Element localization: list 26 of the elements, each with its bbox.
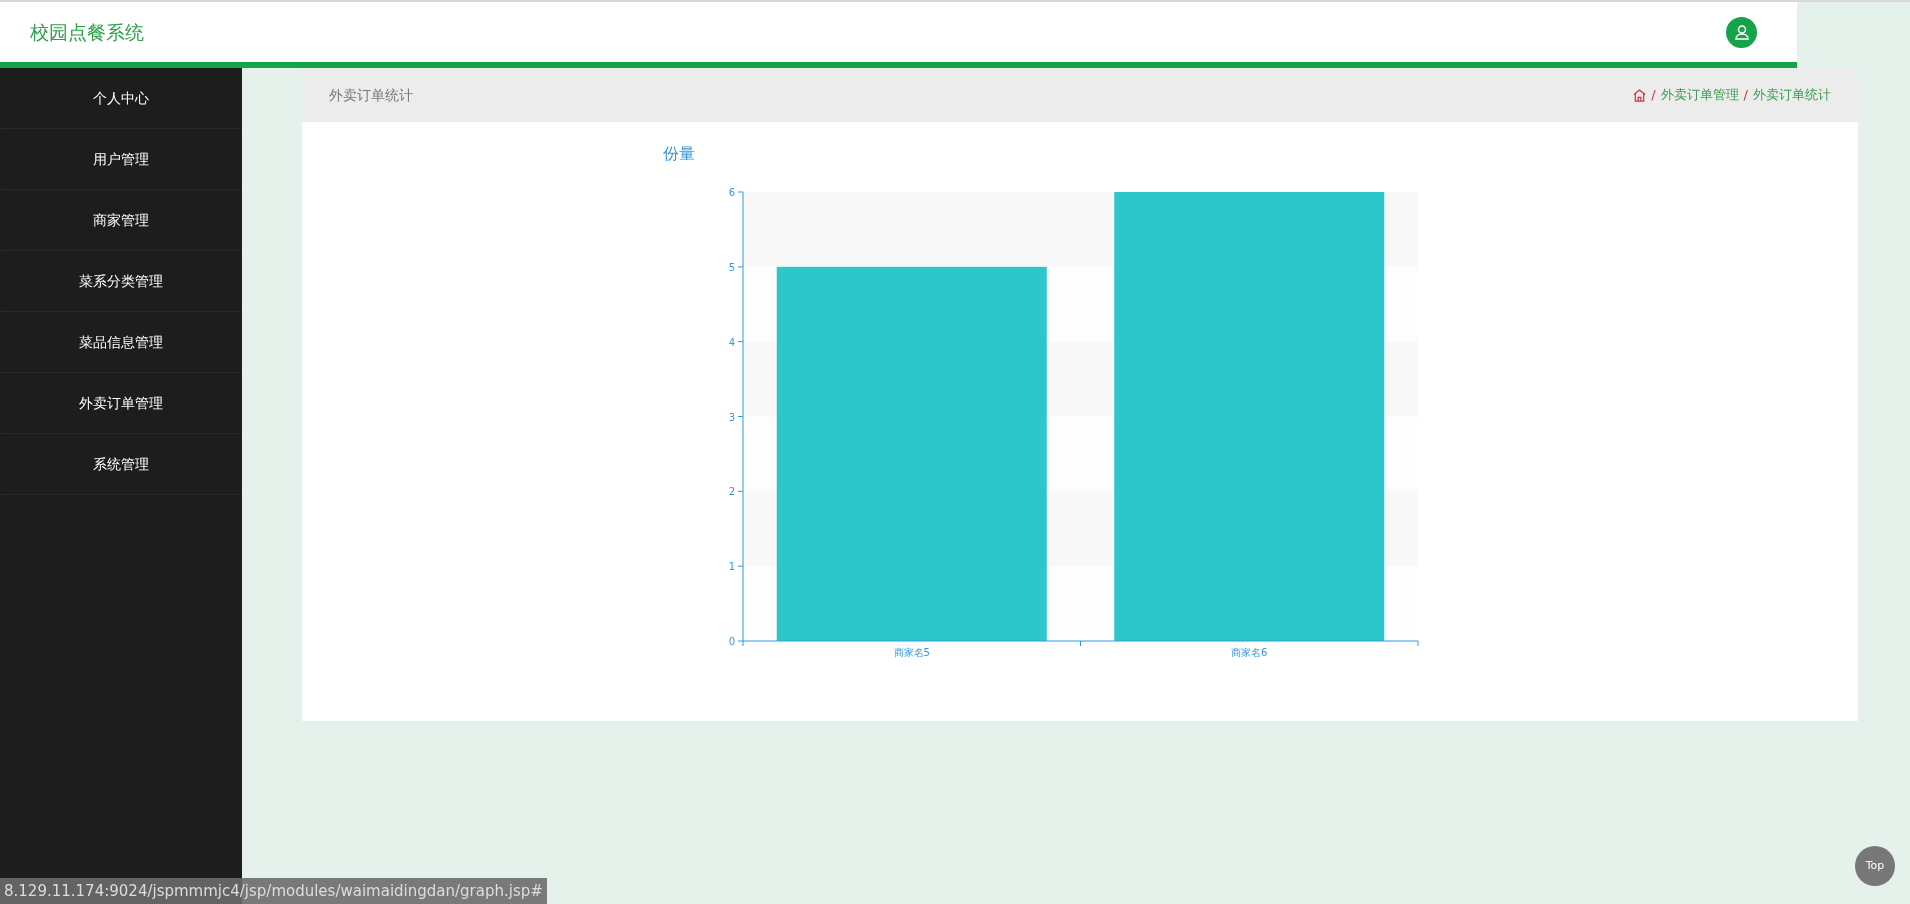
status-bar-url: 8.129.11.174:9024/jspmmmjc4/jsp/modules/waimaidingdan/graph.jsp#: [0, 878, 547, 904]
y-tick-label: 6: [728, 187, 735, 198]
page-title: 外卖订单统计: [329, 85, 413, 105]
chart-title: 份量: [663, 143, 696, 165]
breadcrumb-separator: /: [1651, 86, 1656, 105]
y-tick-label: 4: [728, 336, 735, 348]
user-icon: [1733, 24, 1750, 40]
y-tick-label: 5: [728, 261, 735, 273]
x-tick-label: 商家名6: [1231, 647, 1268, 658]
x-tick-label: 商家名5: [893, 647, 930, 658]
sidebar-item[interactable]: 商家管理: [0, 190, 242, 251]
sidebar-item[interactable]: 菜品信息管理: [0, 312, 242, 373]
back-to-top-button[interactable]: Top: [1855, 846, 1895, 886]
y-tick-label: 1: [728, 561, 735, 573]
user-avatar-button[interactable]: [1726, 16, 1757, 48]
sidebar-item[interactable]: 个人中心: [0, 68, 242, 129]
breadcrumb-separator: /: [1743, 86, 1748, 105]
y-tick-label: 3: [728, 411, 735, 423]
sidebar-item[interactable]: 系统管理: [0, 434, 242, 495]
y-tick-label: 2: [728, 486, 735, 498]
sidebar-item[interactable]: 用户管理: [0, 129, 242, 190]
app-title: 校园点餐系统: [30, 19, 144, 45]
home-icon[interactable]: [1633, 88, 1647, 102]
y-tick-label: 0: [728, 636, 735, 647]
sidebar-item[interactable]: 外卖订单管理: [0, 373, 242, 434]
sidebar-item[interactable]: 菜系分类管理: [0, 251, 242, 312]
